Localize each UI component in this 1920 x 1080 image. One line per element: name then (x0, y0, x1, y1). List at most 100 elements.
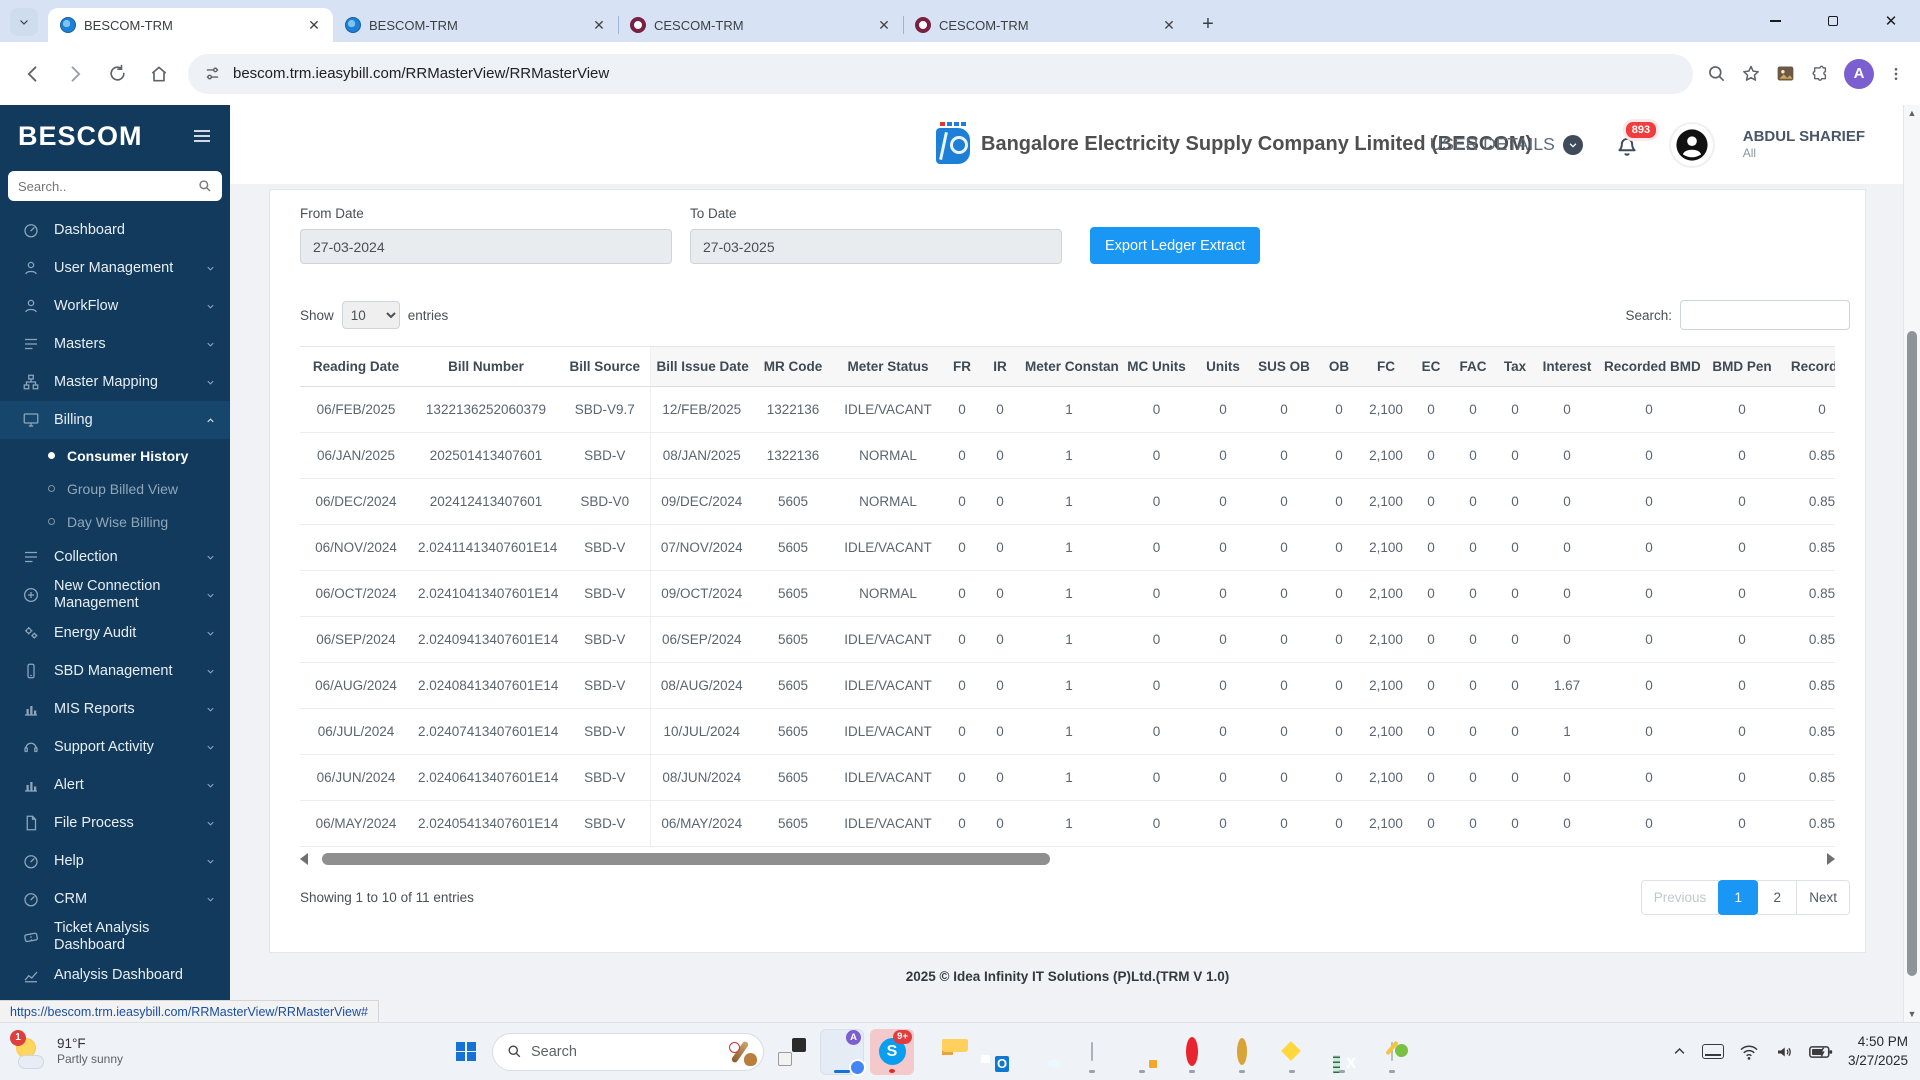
table-row[interactable]: 06/AUG/2024 2.02408413407601E14 SBD-V 08/AU… (300, 662, 1835, 709)
page-vertical-scrollbar[interactable]: ▲ ▼ (1903, 105, 1920, 1022)
taskbar-icon-notes-app[interactable] (1270, 1029, 1314, 1075)
browser-tab-2[interactable]: BESCOM-TRM ✕ (333, 8, 618, 42)
window-maximize-button[interactable] (1804, 0, 1862, 42)
notifications-bell[interactable]: 893 (1613, 118, 1660, 159)
previous-page-button[interactable]: Previous (1640, 880, 1720, 915)
sidebar-item-sbd-management[interactable]: SBD Management (0, 652, 230, 690)
battery-charging-icon[interactable] (1809, 1044, 1833, 1060)
forward-button[interactable] (54, 53, 96, 95)
sidebar-item-collection[interactable]: Collection (0, 538, 230, 576)
column-header-recorded-bmd[interactable]: Recorded BMD (1598, 346, 1700, 387)
sidebar-search[interactable] (8, 171, 222, 201)
table-row[interactable]: 06/JUN/2024 2.02406413407601E14 SBD-V 08/JU… (300, 754, 1835, 801)
taskbar-icon-chrome[interactable]: A (820, 1028, 864, 1075)
touchpad-icon[interactable] (1701, 1044, 1724, 1059)
scroll-down-arrow-icon[interactable]: ▼ (1908, 1006, 1917, 1022)
sidebar-item-new-connection-management[interactable]: New Connection Management (0, 576, 230, 614)
media-gallery-icon[interactable] (1775, 63, 1796, 84)
column-header-bill-source[interactable]: Bill Source (560, 346, 650, 387)
table-row[interactable]: 06/NOV/2024 2.02411413407601E14 SBD-V 07/NO… (300, 524, 1835, 571)
column-header-ir[interactable]: IR (981, 346, 1019, 387)
site-settings-icon[interactable] (204, 65, 221, 82)
browser-tab-1[interactable]: BESCOM-TRM ✕ (48, 8, 333, 42)
start-button[interactable] (446, 1030, 486, 1074)
taskbar-clock[interactable]: 4:50 PM 3/27/2025 (1848, 1033, 1908, 1069)
tab-close-icon[interactable]: ✕ (590, 16, 608, 34)
browser-tab-4[interactable]: CESCOM-TRM ✕ (903, 8, 1188, 42)
browser-profile-avatar[interactable]: A (1844, 58, 1874, 89)
sidebar-item-crm[interactable]: CRM (0, 880, 230, 918)
column-header-ec[interactable]: EC (1410, 346, 1452, 387)
sidebar-item-ticket-analysis-dashboard[interactable]: Ticket Analysis Dashboard (0, 918, 230, 956)
export-ledger-button[interactable]: Export Ledger Extract (1090, 227, 1261, 264)
taskbar-icon-excel[interactable]: X (1320, 1029, 1364, 1075)
user-avatar[interactable] (1670, 123, 1713, 166)
taskbar-icon-task-view[interactable] (770, 1029, 814, 1075)
page-2-button[interactable]: 2 (1757, 880, 1798, 915)
column-header-units[interactable]: Units (1194, 346, 1252, 387)
to-date-input[interactable] (690, 229, 1062, 264)
sidebar-toggle-icon[interactable] (194, 130, 210, 142)
sidebar-item-mis-reports[interactable]: MIS Reports (0, 690, 230, 728)
page-size-select[interactable]: 10 (341, 301, 400, 329)
column-header-meter-status[interactable]: Meter Status (833, 346, 943, 387)
sidebar-item-user-management[interactable]: User Management (0, 249, 230, 287)
volume-icon[interactable] (1774, 1043, 1794, 1061)
column-header-reading-date[interactable]: Reading Date (300, 346, 412, 387)
column-header-fr[interactable]: FR (943, 346, 981, 387)
sidebar-item-master-mapping[interactable]: Master Mapping (0, 363, 230, 401)
column-header-fac[interactable]: FAC (1452, 346, 1494, 387)
weather-widget[interactable]: 1 91°F Partly sunny (10, 1023, 123, 1080)
bookmark-star-icon[interactable] (1741, 64, 1761, 84)
extensions-puzzle-icon[interactable] (1810, 64, 1830, 84)
column-header-recorded[interactable]: Recorded (1784, 346, 1835, 387)
zoom-search-icon[interactable] (1707, 64, 1727, 84)
sidebar-item-dashboard[interactable]: Dashboard (0, 211, 230, 249)
sidebar-subitem-group-billed-view[interactable]: Group Billed View (0, 472, 230, 505)
taskbar-icon-mascot-app[interactable] (1220, 1029, 1264, 1075)
column-header-tax[interactable]: Tax (1494, 346, 1536, 387)
table-row[interactable]: 06/MAY/2024 2.02405413407601E14 SBD-V 06/MA… (300, 800, 1835, 847)
sidebar-item-analysis-dashboard[interactable]: Analysis Dashboard (0, 956, 230, 994)
sidebar-item-masters[interactable]: Masters (0, 325, 230, 363)
horizontal-scroll-thumb[interactable] (322, 852, 1050, 865)
column-header-meter-constant[interactable]: Meter Constant (1019, 346, 1119, 387)
page-1-button[interactable]: 1 (1718, 880, 1759, 915)
hidden-icons-chevron-icon[interactable] (1672, 1044, 1687, 1059)
tab-close-icon[interactable]: ✕ (1160, 16, 1178, 34)
taskbar-icon-file-explorer[interactable] (920, 1029, 968, 1075)
column-header-mc-units[interactable]: MC Units (1119, 346, 1194, 387)
taskbar-icon-calculator[interactable] (1070, 1029, 1114, 1075)
sidebar-item-file-process[interactable]: File Process (0, 804, 230, 842)
tab-close-icon[interactable]: ✕ (875, 16, 893, 34)
taskbar-icon-outlook[interactable]: O (970, 1029, 1014, 1075)
window-close-button[interactable]: ✕ (1862, 0, 1920, 42)
menu-kebab-icon[interactable] (1888, 66, 1904, 82)
window-minimize-button[interactable] (1746, 0, 1804, 42)
sidebar-item-alert[interactable]: Alert (0, 766, 230, 804)
table-row[interactable]: 06/SEP/2024 2.02409413407601E14 SBD-V 06/SE… (300, 616, 1835, 663)
sidebar-search-input[interactable] (18, 178, 198, 194)
column-header-mr-code[interactable]: MR Code (753, 346, 833, 387)
browser-tab-3[interactable]: CESCOM-TRM ✕ (618, 8, 903, 42)
reload-button[interactable] (96, 53, 138, 95)
tab-close-icon[interactable]: ✕ (305, 16, 323, 34)
column-header-ob[interactable]: OB (1316, 346, 1362, 387)
table-row[interactable]: 06/JUL/2024 2.02407413407601E14 SBD-V 10/JU… (300, 708, 1835, 755)
sidebar-subitem-day-wise-billing[interactable]: Day Wise Billing (0, 505, 230, 538)
url-bar[interactable]: bescom.trm.ieasybill.com/RRMasterView/RR… (188, 53, 1693, 94)
table-row[interactable]: 06/JAN/2025 202501413407601 SBD-V 08/JAN/20… (300, 432, 1835, 479)
scroll-right-arrow-icon[interactable] (1827, 852, 1835, 865)
table-horizontal-scrollbar[interactable] (300, 851, 1835, 866)
user-details-dropdown[interactable]: USER DETAILS (1430, 134, 1583, 155)
column-header-sus-ob[interactable]: SUS OB (1252, 346, 1316, 387)
back-button[interactable] (12, 53, 54, 95)
table-row[interactable]: 06/DEC/2024 202412413407601 SBD-V0 09/DEC/2… (300, 478, 1835, 525)
table-row[interactable]: 06/OCT/2024 2.02410413407601E14 SBD-V 09/OC… (300, 570, 1835, 617)
from-date-input[interactable] (300, 229, 672, 264)
sidebar-item-help[interactable]: Help (0, 842, 230, 880)
sidebar-item-workflow[interactable]: WorkFlow (0, 287, 230, 325)
scroll-left-arrow-icon[interactable] (300, 852, 308, 865)
tab-search-button[interactable] (10, 8, 38, 36)
taskbar-icon-opera[interactable] (1170, 1029, 1214, 1075)
